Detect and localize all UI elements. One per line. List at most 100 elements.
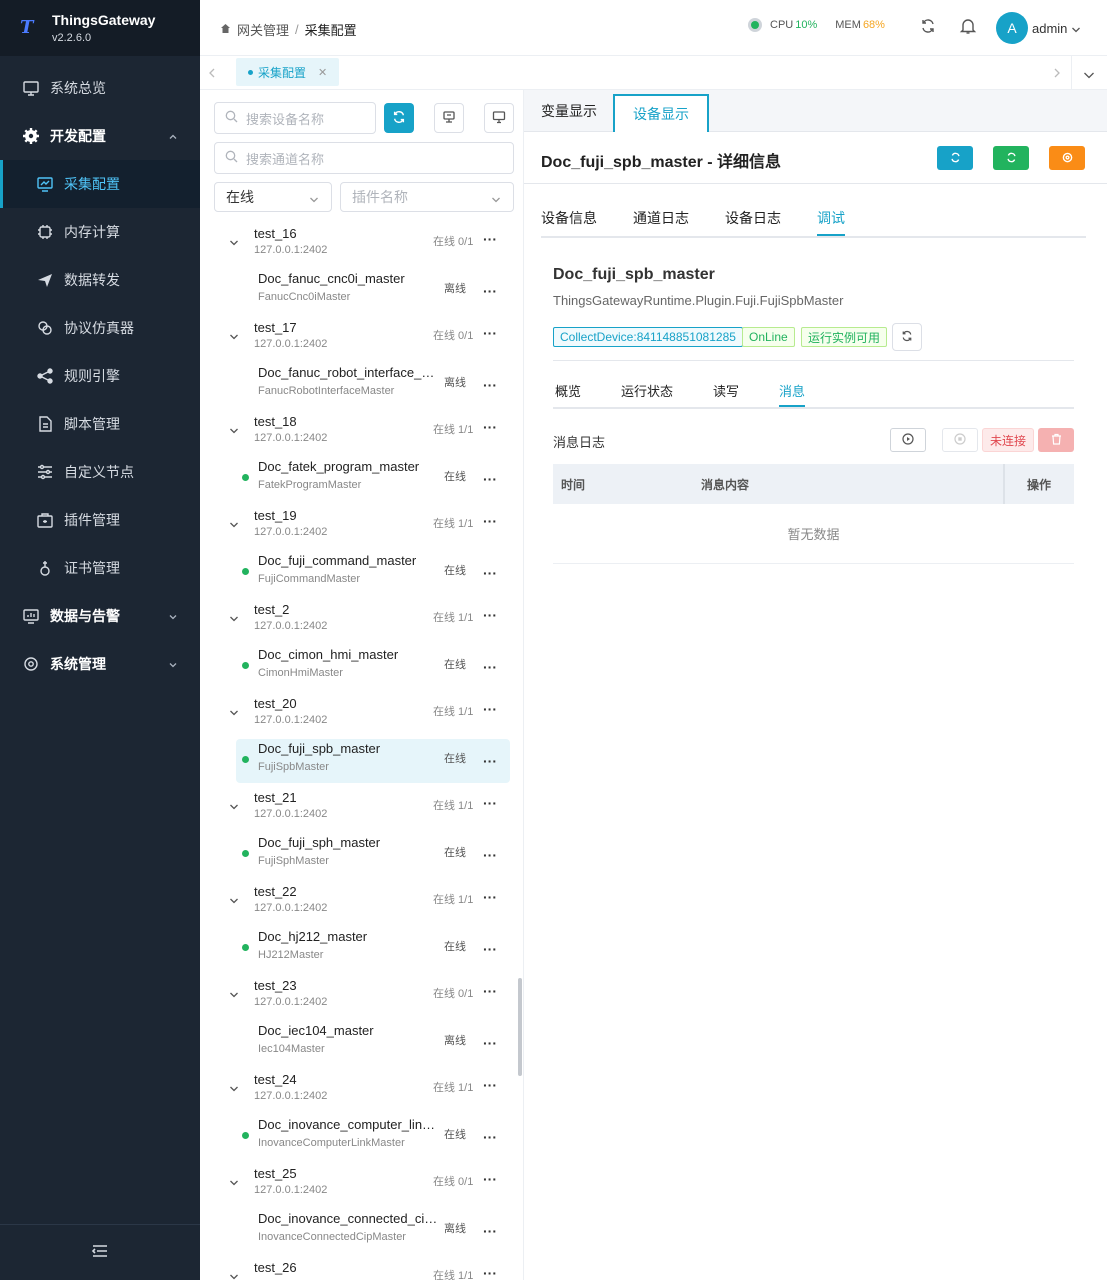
more-icon[interactable]: ···	[483, 1224, 497, 1238]
chevron-down-icon[interactable]	[229, 800, 239, 815]
device-row[interactable]: Doc_inovance_computer_link_master Inovanc…	[236, 1115, 510, 1159]
export-button[interactable]	[434, 103, 464, 133]
more-icon[interactable]: ···	[483, 284, 497, 298]
chevron-down-icon[interactable]	[229, 1270, 239, 1280]
more-icon[interactable]: ···	[483, 1172, 497, 1186]
more-icon[interactable]: ···	[483, 796, 497, 810]
tab-device-log[interactable]: 设备日志	[725, 208, 781, 236]
sidebar-item-collect-config[interactable]: 采集配置	[0, 160, 200, 208]
sidebar-item-custom-node[interactable]: 自定义节点	[0, 448, 200, 496]
chevron-down-icon[interactable]	[229, 236, 239, 251]
monitor-button[interactable]	[484, 103, 514, 133]
chevron-down-icon[interactable]	[229, 424, 239, 439]
sidebar-item-data-forward[interactable]: 数据转发	[0, 256, 200, 304]
chevron-down-icon[interactable]	[229, 706, 239, 721]
more-icon[interactable]: ···	[483, 566, 497, 580]
chevron-down-icon[interactable]	[229, 988, 239, 1003]
bell-icon[interactable]	[959, 17, 977, 38]
username[interactable]: admin	[1032, 21, 1067, 36]
channel-row[interactable]: test_21 127.0.0.1:2402 在线 1/1 ···	[202, 790, 518, 830]
more-icon[interactable]: ···	[483, 420, 497, 434]
sidebar-item-overview[interactable]: 系统总览	[0, 64, 200, 112]
device-row[interactable]: Doc_fanuc_cnc0i_master FanucCnc0iMaster 离线…	[236, 269, 510, 313]
device-row[interactable]: Doc_hj212_master HJ212Master 在线 ···	[236, 927, 510, 971]
channel-row[interactable]: test_2 127.0.0.1:2402 在线 1/1 ···	[202, 602, 518, 642]
device-row[interactable]: Doc_fanuc_robot_interface_master FanucRob…	[236, 363, 510, 407]
breadcrumb-root[interactable]: 网关管理	[237, 20, 289, 39]
stop-button[interactable]	[942, 428, 978, 452]
sidebar-item-memory-compute[interactable]: 内存计算	[0, 208, 200, 256]
channel-row[interactable]: test_24 127.0.0.1:2402 在线 1/1 ···	[202, 1072, 518, 1112]
device-row[interactable]: Doc_fuji_sph_master FujiSphMaster 在线 ···	[236, 833, 510, 877]
more-icon[interactable]: ···	[483, 232, 497, 246]
tab-channel-log[interactable]: 通道日志	[633, 208, 689, 236]
more-icon[interactable]: ···	[483, 890, 497, 904]
channel-row[interactable]: test_26 在线 1/1 ···	[202, 1260, 518, 1280]
more-icon[interactable]: ···	[483, 660, 497, 674]
tab-debug[interactable]: 调试	[817, 208, 845, 236]
refresh-tree-button[interactable]	[384, 103, 414, 133]
device-row[interactable]: Doc_fatek_program_master FatekProgramMast…	[236, 457, 510, 501]
channel-row[interactable]: test_22 127.0.0.1:2402 在线 1/1 ···	[202, 884, 518, 924]
chevron-down-icon[interactable]	[229, 518, 239, 533]
tab-variable-view[interactable]: 变量显示	[541, 90, 597, 132]
more-icon[interactable]: ···	[483, 472, 497, 486]
channel-row[interactable]: test_25 127.0.0.1:2402 在线 0/1 ···	[202, 1166, 518, 1206]
tab-device-info[interactable]: 设备信息	[541, 208, 597, 236]
tab-collect-config[interactable]: 采集配置 ✕	[236, 58, 340, 86]
tab-run-status[interactable]: 运行状态	[621, 381, 673, 407]
chevron-right-icon[interactable]	[1053, 66, 1061, 81]
more-icon[interactable]: ···	[483, 608, 497, 622]
tab-read-write[interactable]: 读写	[713, 381, 739, 407]
more-icon[interactable]: ···	[483, 378, 497, 392]
refresh-icon[interactable]	[920, 18, 936, 37]
plugin-filter-select[interactable]: 插件名称	[340, 182, 514, 212]
tree-scrollbar[interactable]	[518, 978, 522, 1076]
chevron-left-icon[interactable]	[208, 66, 216, 81]
tab-message[interactable]: 消息	[779, 381, 806, 407]
channel-row[interactable]: test_16 127.0.0.1:2402 在线 0/1 ···	[202, 226, 518, 266]
more-icon[interactable]: ···	[483, 1130, 497, 1144]
more-icon[interactable]: ···	[483, 848, 497, 862]
chevron-down-icon[interactable]	[229, 330, 239, 345]
device-row[interactable]: Doc_cimon_hmi_master CimonHmiMaster 在线 ···	[236, 645, 510, 689]
refresh-button[interactable]	[937, 146, 973, 170]
device-search-input[interactable]: 搜索设备名称	[214, 102, 376, 134]
sidebar-item-cert-manage[interactable]: 证书管理	[0, 544, 200, 592]
device-row[interactable]: Doc_fuji_command_master FujiCommandMaster…	[236, 551, 510, 595]
delete-button[interactable]	[1038, 428, 1074, 452]
more-icon[interactable]: ···	[483, 1266, 497, 1280]
play-button[interactable]	[890, 428, 926, 452]
channel-row[interactable]: test_18 127.0.0.1:2402 在线 1/1 ···	[202, 414, 518, 454]
device-row[interactable]: Doc_fuji_spb_master FujiSpbMaster 在线 ···	[236, 739, 510, 783]
sidebar-item-rule-engine[interactable]: 规则引擎	[0, 352, 200, 400]
more-icon[interactable]: ···	[483, 942, 497, 956]
tab-overview[interactable]: 概览	[555, 381, 581, 407]
status-filter-select[interactable]: 在线	[214, 182, 332, 212]
chevron-down-icon[interactable]	[229, 894, 239, 909]
chevron-down-icon[interactable]	[229, 1082, 239, 1097]
chevron-down-icon[interactable]	[229, 612, 239, 627]
avatar[interactable]: A	[996, 12, 1028, 44]
more-icon[interactable]: ···	[483, 754, 497, 768]
sidebar-item-script-manage[interactable]: 脚本管理	[0, 400, 200, 448]
sidebar-item-system-manage[interactable]: 系统管理	[0, 640, 200, 688]
settings-button[interactable]	[1049, 146, 1085, 170]
device-row[interactable]: Doc_iec104_master Iec104Master 离线 ···	[236, 1021, 510, 1065]
device-row[interactable]: Doc_inovance_connected_cip_master Inovanc…	[236, 1209, 510, 1253]
more-icon[interactable]: ···	[483, 984, 497, 998]
more-icon[interactable]: ···	[483, 326, 497, 340]
sidebar-item-data-alarm[interactable]: 数据与告警	[0, 592, 200, 640]
channel-search-input[interactable]: 搜索通道名称	[214, 142, 514, 174]
sidebar-item-protocol-simulator[interactable]: 协议仿真器	[0, 304, 200, 352]
channel-row[interactable]: test_19 127.0.0.1:2402 在线 1/1 ···	[202, 508, 518, 548]
chevron-down-icon[interactable]	[1083, 68, 1095, 83]
close-icon[interactable]: ✕	[318, 66, 327, 79]
channel-row[interactable]: test_20 127.0.0.1:2402 在线 1/1 ···	[202, 696, 518, 736]
more-icon[interactable]: ···	[483, 514, 497, 528]
restart-button[interactable]	[993, 146, 1029, 170]
channel-row[interactable]: test_23 127.0.0.1:2402 在线 0/1 ···	[202, 978, 518, 1018]
chevron-down-icon[interactable]	[1071, 23, 1081, 38]
collapse-sidebar-button[interactable]	[0, 1224, 200, 1280]
sidebar-item-plugin-manage[interactable]: 插件管理	[0, 496, 200, 544]
